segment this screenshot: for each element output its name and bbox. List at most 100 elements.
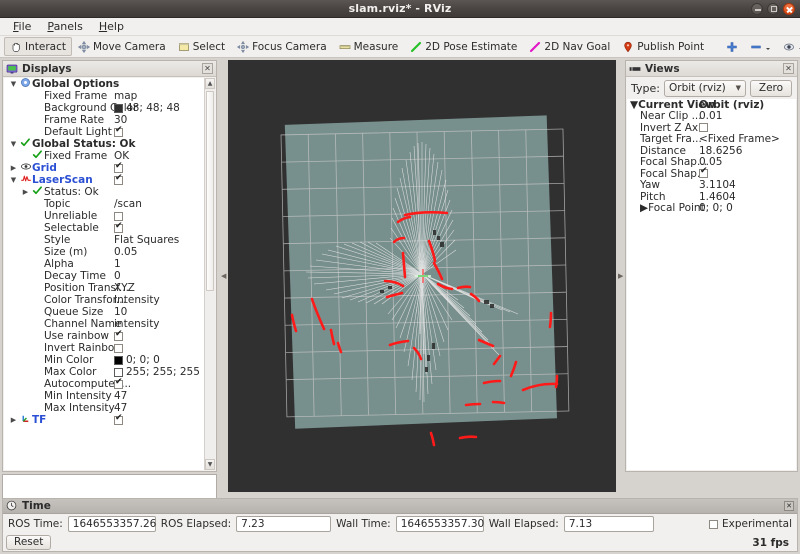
display-row-value[interactable]: 0.05 [114,246,137,258]
expand-arrow-open-icon[interactable]: ▼ [8,176,19,184]
display-row-checkbox[interactable] [114,332,123,341]
view-row-value[interactable]: 3.1104 [699,179,736,191]
3d-render-view[interactable] [228,60,616,492]
view-row-yaw[interactable]: Yaw3.1104 [627,180,796,192]
views-tree[interactable]: ▼Current ViewOrbit (rviz)Near Clip ...0.… [627,99,796,470]
display-row-grid[interactable]: ▶Grid [4,162,204,174]
color-swatch[interactable] [114,356,123,365]
display-row-value[interactable]: map [114,90,137,102]
display-row-alpha[interactable]: Alpha1 [4,258,204,270]
expand-arrow-closed-icon[interactable]: ▶ [8,164,19,172]
display-row-value[interactable]: 0 [114,270,121,282]
zero-button[interactable]: Zero [750,80,792,97]
display-row-checkbox[interactable] [114,416,123,425]
display-row-frame-rate[interactable]: Frame Rate30 [4,114,204,126]
scroll-up-icon[interactable]: ▲ [205,78,215,89]
tool-interact[interactable]: Interact [4,37,72,56]
display-row-queue-size[interactable]: Queue Size10 [4,306,204,318]
scrollbar-thumb[interactable] [206,91,214,291]
display-row-min-intensity[interactable]: Min Intensity47 [4,390,204,402]
tool-2d-nav-goal[interactable]: 2D Nav Goal [523,37,616,56]
tool-publish-point[interactable]: Publish Point [616,37,710,56]
expand-arrow-closed-icon[interactable]: ▶ [20,188,31,196]
display-row-position-transf[interactable]: Position Transf...XYZ [4,282,204,294]
tool-remove-tool[interactable] [744,37,777,56]
tool-2d-pose-estimate[interactable]: 2D Pose Estimate [404,37,523,56]
display-row-value[interactable]: XYZ [114,282,135,294]
display-row-checkbox[interactable] [114,380,123,389]
view-row-target-fra[interactable]: Target Fra...<Fixed Frame> [627,134,796,146]
display-row-value[interactable]: 48; 48; 48 [114,102,180,114]
menu-file[interactable]: FFileile [6,19,38,34]
display-row-value[interactable] [114,380,123,389]
display-row-use-rainbow[interactable]: Use rainbow [4,330,204,342]
view-row-value[interactable]: <Fixed Frame> [699,133,780,145]
wall-time-field[interactable]: 1646553357.30 [396,516,484,532]
views-close-button[interactable]: ✕ [783,63,794,74]
expand-arrow-open-icon[interactable]: ▼ [8,80,19,88]
menu-panels[interactable]: Panels [40,19,89,34]
display-row-autocompute-i[interactable]: Autocompute I... [4,378,204,390]
display-row-selectable[interactable]: Selectable [4,222,204,234]
view-row-pitch[interactable]: Pitch1.4604 [627,191,796,203]
expand-arrow-closed-icon[interactable]: ▶ [640,202,648,214]
display-row-max-intensity[interactable]: Max Intensity47 [4,402,204,414]
display-row-value[interactable] [114,416,123,425]
wall-elapsed-field[interactable]: 7.13 [564,516,654,532]
display-row-color-transfor[interactable]: Color Transfor...Intensity [4,294,204,306]
display-row-value[interactable] [114,344,123,353]
displays-tree[interactable]: ▼Global OptionsFixed FramemapBackground … [4,78,215,470]
expand-arrow-closed-icon[interactable]: ▶ [8,416,19,424]
display-row-unreliable[interactable]: Unreliable [4,210,204,222]
display-row-value[interactable]: Flat Squares [114,234,179,246]
left-splitter[interactable]: ◀ [221,60,226,492]
display-row-value[interactable]: /scan [114,198,142,210]
display-row-value[interactable] [114,176,123,185]
display-row-checkbox[interactable] [114,176,123,185]
display-row-value[interactable] [114,212,123,221]
view-row-value[interactable]: 1.4604 [699,191,736,203]
color-swatch[interactable] [114,368,123,377]
expand-arrow-open-icon[interactable]: ▼ [8,140,19,148]
display-row-invert-rainbow[interactable]: Invert Rainbow [4,342,204,354]
maximize-icon[interactable] [767,3,779,15]
minimize-icon[interactable] [751,3,763,15]
display-row-channel-name[interactable]: Channel Nameintensity [4,318,204,330]
menu-help[interactable]: Help [92,19,131,34]
ros-time-field[interactable]: 1646553357.26 [68,516,156,532]
display-row-value[interactable] [114,224,123,233]
view-row-distance[interactable]: Distance18.6256 [627,145,796,157]
tool-visibility[interactable] [777,37,800,56]
experimental-checkbox[interactable] [709,520,718,529]
display-row-value[interactable] [114,332,123,341]
displays-scrollbar[interactable]: ▲ ▼ [204,78,215,470]
view-row-checkbox[interactable] [699,123,708,132]
display-row-min-color[interactable]: Min Color0; 0; 0 [4,354,204,366]
displays-close-button[interactable]: ✕ [202,63,213,74]
color-swatch[interactable] [114,104,123,113]
view-row-value[interactable] [699,169,708,178]
tool-focus-camera[interactable]: Focus Camera [231,37,333,56]
scroll-down-icon[interactable]: ▼ [205,459,215,470]
display-row-value[interactable]: Intensity [114,294,160,306]
display-row-checkbox[interactable] [114,344,123,353]
view-row-focal-shap[interactable]: Focal Shap...0.05 [627,157,796,169]
display-row-checkbox[interactable] [114,224,123,233]
tool-add-tool[interactable] [720,37,744,56]
tool-select[interactable]: Select [172,37,231,56]
display-row-default-light[interactable]: Default Light [4,126,204,138]
display-row-style[interactable]: StyleFlat Squares [4,234,204,246]
reset-button[interactable]: Reset [6,535,51,550]
right-splitter[interactable]: ▶ [618,60,623,492]
display-row-value[interactable]: 1 [114,258,121,270]
display-row-checkbox[interactable] [114,164,123,173]
view-row-value[interactable]: 0.01 [699,110,722,122]
view-row-value[interactable] [699,123,708,132]
view-type-select[interactable]: Orbit (rviz) ▼ [664,80,746,97]
display-row-fixed-frame[interactable]: Fixed FrameOK [4,150,204,162]
time-close-button[interactable]: ✕ [784,501,794,511]
view-row-near-clip[interactable]: Near Clip ...0.01 [627,111,796,123]
display-row-topic[interactable]: Topic/scan [4,198,204,210]
view-row-focal-shap[interactable]: Focal Shap... [627,168,796,180]
display-row-value[interactable]: 47 [114,390,127,402]
